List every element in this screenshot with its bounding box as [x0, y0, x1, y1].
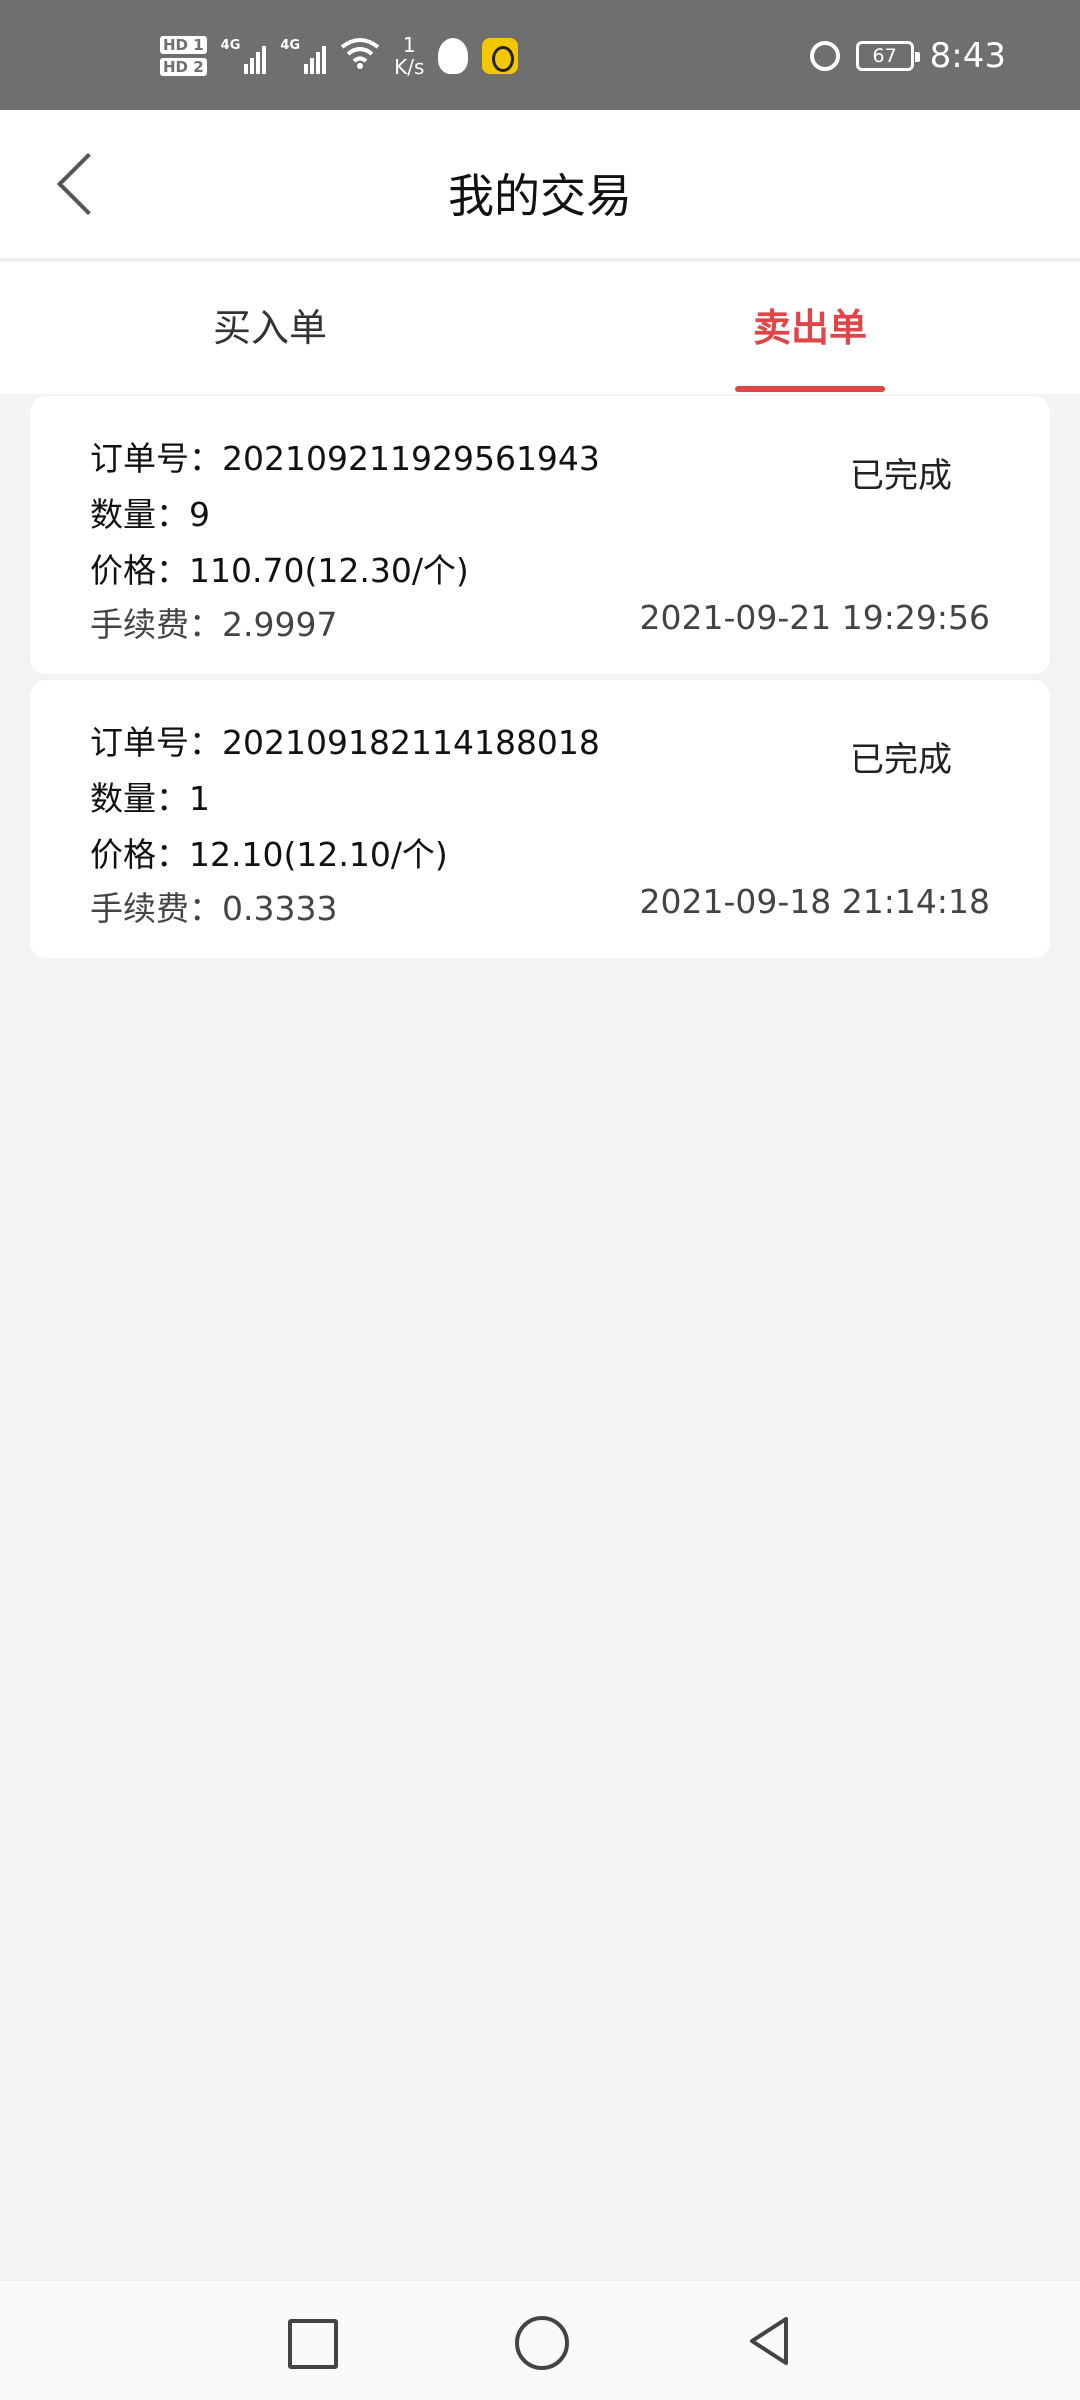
network-speed-value: 1 [402, 33, 416, 57]
order-time: 2021-09-18 21:14:18 [639, 882, 990, 921]
order-number: 订单号：202109182114188018 [90, 723, 600, 762]
tab-bar: 买入单 卖出单 [0, 262, 1080, 394]
order-fee: 手续费：0.3333 [90, 889, 338, 928]
home-icon[interactable] [510, 2311, 570, 2371]
network-speed-unit: K/s [394, 55, 425, 79]
network-type-2: 4G [280, 38, 301, 53]
clock: 8:43 [929, 36, 1006, 76]
order-price: 价格：110.70(12.30/个) [90, 551, 469, 590]
order-quantity: 数量：1 [90, 779, 210, 818]
app-notification-icon [482, 38, 519, 74]
battery-icon: 67 [855, 41, 920, 71]
app-header: 我的交易 [0, 110, 1080, 260]
page-title: 我的交易 [448, 169, 632, 223]
hd-indicators: HD 1 HD 2 [160, 36, 207, 76]
signal-2-icon: 4G [280, 38, 327, 74]
order-fee: 手续费：2.9997 [90, 605, 338, 644]
order-card[interactable]: 订单号：202109211929561943 数量：9 价格：110.70(12… [30, 396, 1050, 674]
tab-buy-orders[interactable]: 买入单 [0, 262, 540, 394]
back-triangle-icon[interactable] [740, 2311, 800, 2371]
order-number: 订单号：202109211929561943 [90, 439, 600, 478]
alarm-icon [809, 41, 840, 71]
hd1-badge: HD 1 [160, 36, 207, 54]
network-type-1: 4G [220, 38, 241, 53]
order-quantity: 数量：9 [90, 495, 210, 534]
order-card[interactable]: 订单号：202109182114188018 数量：1 价格：12.10(12.… [30, 680, 1050, 958]
order-time: 2021-09-21 19:29:56 [639, 598, 990, 637]
signal-1-icon: 4G [221, 38, 267, 74]
recent-apps-icon[interactable] [280, 2311, 340, 2371]
network-speed: 1 K/s [394, 34, 424, 78]
hd2-badge: HD 2 [160, 58, 207, 76]
status-bar-right: 67 8:43 [809, 36, 1006, 76]
qq-icon [438, 38, 469, 74]
order-status: 已完成 [850, 740, 952, 780]
system-nav-bar [0, 2280, 1080, 2400]
order-status: 已完成 [850, 456, 952, 496]
tab-sell-orders[interactable]: 卖出单 [540, 262, 1080, 394]
order-list: 订单号：202109211929561943 数量：9 价格：110.70(12… [30, 396, 1050, 964]
wifi-icon [340, 37, 380, 75]
order-price: 价格：12.10(12.10/个) [90, 835, 448, 874]
status-bar: HD 1 HD 2 4G 4G 1 K/s 67 8:43 [0, 0, 1080, 110]
status-bar-left: HD 1 HD 2 4G 4G 1 K/s [160, 28, 519, 84]
